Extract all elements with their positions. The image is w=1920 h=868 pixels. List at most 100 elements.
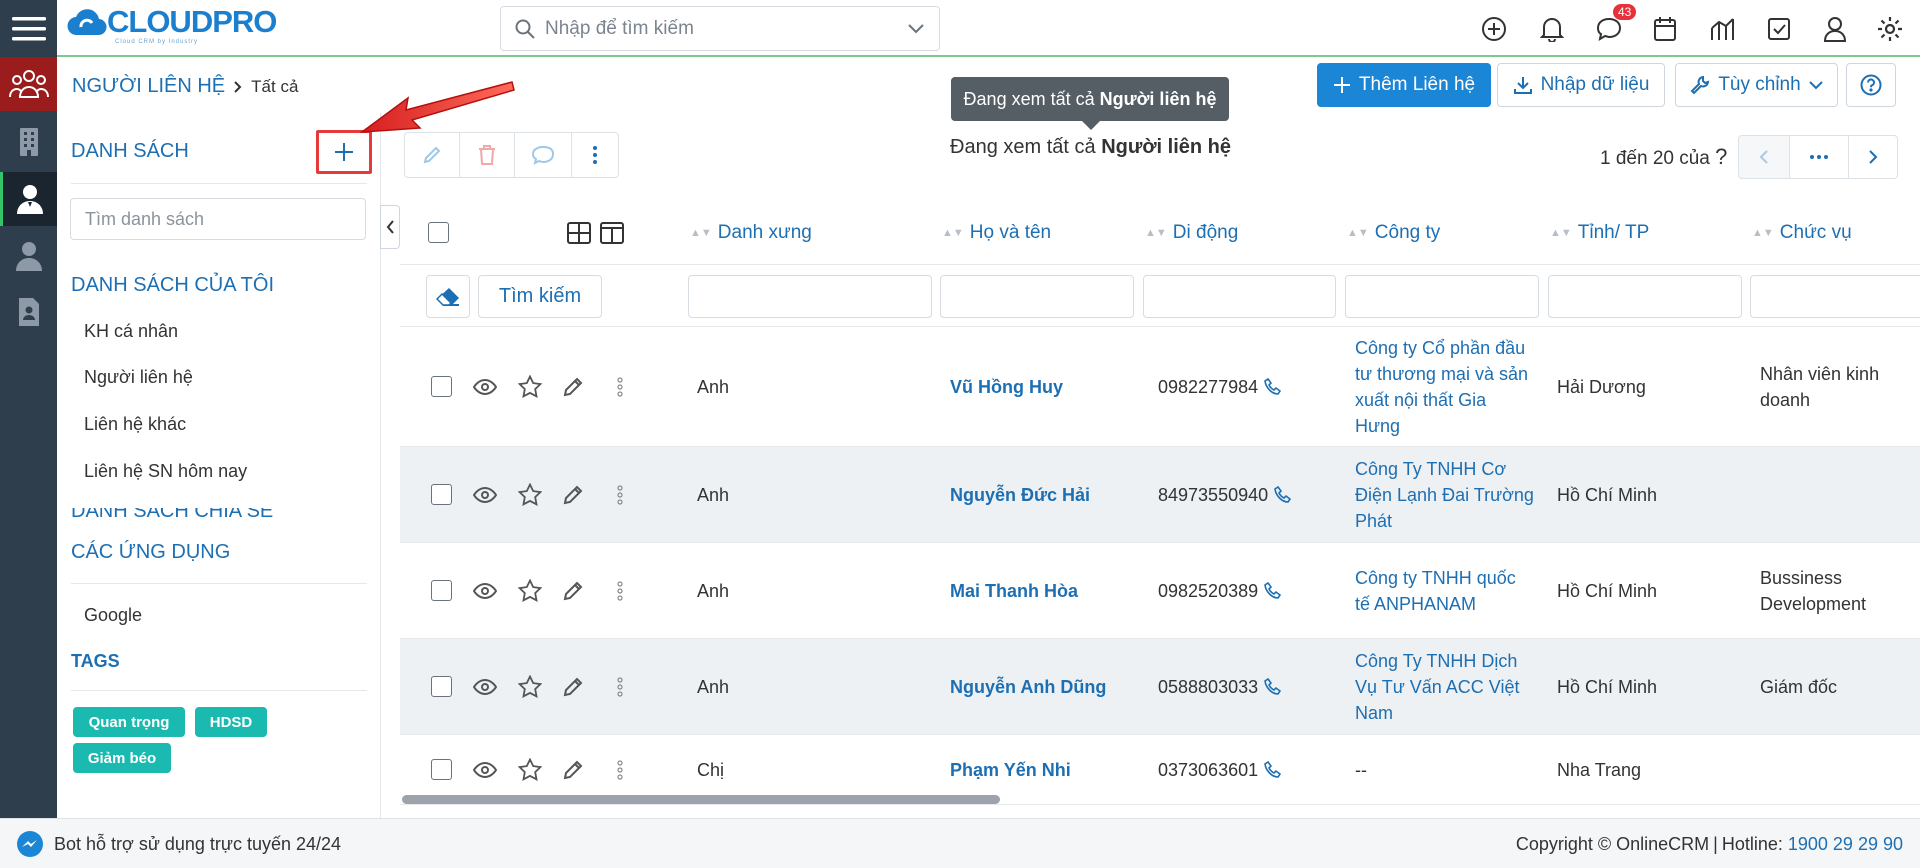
edit-pencil-icon[interactable]: [562, 759, 584, 781]
edit-toolbar-button[interactable]: [404, 132, 460, 178]
column-header-position[interactable]: ▲▼ Chức vụ: [1752, 222, 1852, 244]
column-header-full-name[interactable]: ▲▼ Họ và tên: [942, 222, 1051, 244]
pager-prev-button[interactable]: [1738, 135, 1790, 179]
cell-company[interactable]: Công ty TNHH quốc tế ANPHANAM: [1355, 565, 1535, 617]
view-eye-icon[interactable]: [473, 678, 497, 696]
filter-name-input[interactable]: [940, 275, 1134, 318]
rail-document-icon[interactable]: [0, 288, 57, 335]
table-row[interactable]: Anh Nguyễn Đức Hải 84973550940 Công Ty T…: [400, 447, 1920, 543]
my-list-item[interactable]: KH cá nhân: [84, 321, 178, 342]
bell-icon[interactable]: [1537, 14, 1567, 44]
row-more-icon[interactable]: [617, 760, 623, 780]
cell-full-name[interactable]: Vũ Hồng Huy: [950, 374, 1063, 400]
rail-contacts-group-icon[interactable]: [0, 57, 57, 111]
rail-contact-active-icon[interactable]: [0, 172, 57, 226]
filter-position-input[interactable]: [1750, 275, 1920, 318]
cell-full-name[interactable]: Phạm Yến Nhi: [950, 757, 1071, 783]
pager-more-button[interactable]: [1789, 135, 1849, 179]
pager-next-button[interactable]: [1848, 135, 1898, 179]
my-list-item[interactable]: Liên hệ khác: [84, 414, 186, 435]
star-icon[interactable]: [518, 758, 542, 781]
cell-full-name[interactable]: Mai Thanh Hòa: [950, 578, 1078, 604]
row-checkbox[interactable]: [431, 580, 452, 601]
edit-pencil-icon[interactable]: [562, 676, 584, 698]
select-all-checkbox[interactable]: [428, 222, 449, 243]
clear-filter-button[interactable]: [426, 275, 470, 318]
row-more-icon[interactable]: [617, 677, 623, 697]
view-eye-icon[interactable]: [473, 378, 497, 396]
add-circle-icon[interactable]: [1479, 14, 1509, 44]
chevron-down-icon[interactable]: [893, 23, 939, 35]
brand-logo[interactable]: CLOUDPRO Cloud CRM by Industry: [67, 4, 277, 45]
my-list-item[interactable]: Người liên hệ: [84, 367, 193, 388]
phone-icon[interactable]: [1264, 761, 1282, 779]
row-checkbox[interactable]: [431, 759, 452, 780]
tag-chip[interactable]: Quan trọng: [73, 707, 185, 737]
help-button[interactable]: [1846, 63, 1896, 107]
edit-pencil-icon[interactable]: [562, 376, 584, 398]
tag-chip[interactable]: Giảm béo: [73, 743, 171, 773]
table-row[interactable]: Anh Nguyễn Anh Dũng 0588803033 Công Ty T…: [400, 639, 1920, 735]
calendar-icon[interactable]: [1650, 14, 1680, 44]
task-check-icon[interactable]: [1764, 14, 1794, 44]
list-search-input[interactable]: [70, 198, 366, 240]
phone-icon[interactable]: [1274, 486, 1292, 504]
app-item-google[interactable]: Google: [84, 605, 142, 626]
breadcrumb-module[interactable]: NGƯỜI LIÊN HỆ: [72, 75, 225, 98]
menu-icon[interactable]: [0, 0, 57, 57]
star-icon[interactable]: [518, 483, 542, 506]
cell-company[interactable]: Công ty Cổ phần đầu tư thương mại và sản…: [1355, 335, 1535, 439]
view-eye-icon[interactable]: [473, 582, 497, 600]
star-icon[interactable]: [518, 375, 542, 398]
star-icon[interactable]: [518, 675, 542, 698]
settings-gear-icon[interactable]: [1875, 14, 1905, 44]
column-header-company[interactable]: ▲▼ Công ty: [1347, 222, 1440, 244]
filter-mobile-input[interactable]: [1143, 275, 1336, 318]
import-data-button[interactable]: Nhập dữ liệu: [1497, 63, 1665, 107]
horizontal-scrollbar[interactable]: [402, 795, 1000, 804]
hotline-number[interactable]: 1900 29 29 90: [1788, 834, 1903, 855]
grid-view-icon[interactable]: [567, 222, 591, 244]
filter-search-button[interactable]: Tìm kiếm: [478, 275, 602, 318]
cell-company[interactable]: Công Ty TNHH Cơ Điện Lạnh Đai Trường Phá…: [1355, 456, 1535, 534]
edit-pencil-icon[interactable]: [562, 580, 584, 602]
chart-icon[interactable]: [1708, 14, 1738, 44]
tag-chip[interactable]: HDSD: [195, 707, 267, 737]
filter-salutation-input[interactable]: [688, 275, 932, 318]
cell-company[interactable]: Công Ty TNHH Dịch Vụ Tư Vấn ACC Việt Nam: [1355, 648, 1535, 726]
view-eye-icon[interactable]: [473, 486, 497, 504]
customize-button[interactable]: Tùy chỉnh: [1675, 63, 1838, 107]
column-header-mobile[interactable]: ▲▼ Di động: [1145, 222, 1238, 244]
edit-pencil-icon[interactable]: [562, 484, 584, 506]
rail-person-icon[interactable]: [0, 232, 57, 279]
global-search-input[interactable]: [545, 17, 893, 40]
cell-full-name[interactable]: Nguyễn Đức Hải: [950, 482, 1090, 508]
global-search[interactable]: [500, 6, 940, 51]
chat-icon[interactable]: [1594, 14, 1624, 44]
filter-city-input[interactable]: [1548, 275, 1742, 318]
user-profile-icon[interactable]: [1820, 14, 1850, 44]
messenger-icon[interactable]: [16, 830, 44, 858]
more-toolbar-button[interactable]: [571, 132, 619, 178]
rail-building-icon[interactable]: [0, 118, 57, 165]
star-icon[interactable]: [518, 579, 542, 602]
phone-icon[interactable]: [1264, 378, 1282, 396]
column-header-salutation[interactable]: ▲▼ Danh xưng: [690, 222, 812, 244]
column-header-city[interactable]: ▲▼ Tỉnh/ TP: [1550, 222, 1649, 244]
pager-total-unknown[interactable]: ?: [1715, 144, 1727, 169]
row-checkbox[interactable]: [431, 676, 452, 697]
table-row[interactable]: Anh Mai Thanh Hòa 0982520389 Công ty TNH…: [400, 543, 1920, 639]
view-eye-icon[interactable]: [473, 761, 497, 779]
bot-support-text[interactable]: Bot hỗ trợ sử dụng trực tuyến 24/24: [54, 834, 341, 855]
row-more-icon[interactable]: [617, 581, 623, 601]
my-list-item[interactable]: Liên hệ SN hôm nay: [84, 461, 247, 482]
add-contact-button[interactable]: Thêm Liên hệ: [1317, 63, 1491, 107]
delete-toolbar-button[interactable]: [459, 132, 515, 178]
comment-toolbar-button[interactable]: [514, 132, 572, 178]
collapse-sidebar-button[interactable]: [380, 205, 400, 249]
cell-full-name[interactable]: Nguyễn Anh Dũng: [950, 674, 1106, 700]
table-row[interactable]: Anh Vũ Hồng Huy 0982277984 Công ty Cổ ph…: [400, 327, 1920, 447]
row-more-icon[interactable]: [617, 377, 623, 397]
phone-icon[interactable]: [1264, 582, 1282, 600]
filter-company-input[interactable]: [1345, 275, 1539, 318]
